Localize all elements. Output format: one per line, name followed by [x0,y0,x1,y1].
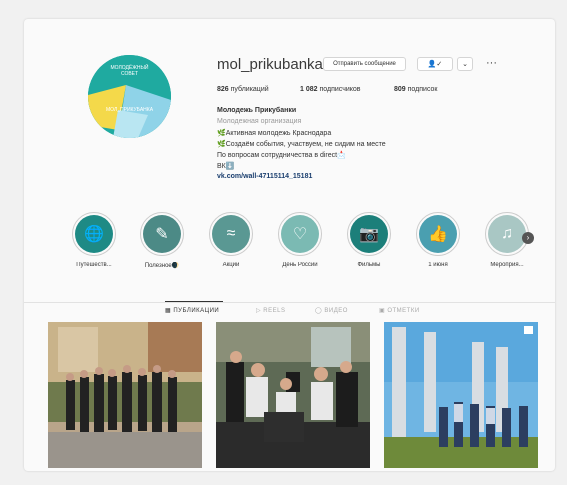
tab-tagged[interactable]: ▣ ОТМЕТКИ [379,307,420,314]
highlight-label: Акции [222,262,240,268]
highlight-ring: ✎ [140,212,184,256]
pencil-icon: ✎ [143,215,181,253]
follow-button[interactable]: 👤✓ [417,57,453,71]
thumbs-up-icon: 👍 [419,215,457,253]
tab-posts-label: ПУБЛИКАЦИИ [173,308,220,314]
highlight-item[interactable]: ≈ Акции [203,212,259,268]
bio-line: 🌿Активная молодежь Краснодара [217,130,332,137]
avatar-subtext: МОЛ_ПРИКУБАНКА [105,107,154,113]
highlight-ring: ≈ [209,212,253,256]
highlight-item[interactable]: 👍 1 июня [410,212,466,268]
tabs-divider [24,302,555,303]
message-button[interactable]: Отправить сообщение [323,57,406,71]
highlight-ring: 👍 [416,212,460,256]
bio-line: ВК⬇️ [217,163,235,170]
highlight-item[interactable]: ✎ Полезное🌒 [134,212,190,269]
video-icon: ◯ [315,308,323,314]
bio-link[interactable]: vk.com/wall-47115114_15181 [217,173,312,180]
tab-tagged-label: ОТМЕТКИ [387,308,420,314]
multi-image-icon [524,326,533,334]
followers-count[interactable]: 1 082 подписчиков [300,86,361,93]
bio-line: По вопросам сотрудничества в direct📩 [217,152,346,159]
globe-icon: 🌐 [75,215,113,253]
waves-icon: ≈ [212,215,250,253]
following-count[interactable]: 809 подписок [394,86,438,93]
post-thumbnail[interactable] [384,322,538,468]
posts-count[interactable]: 826 публикаций [217,86,269,93]
highlight-item[interactable]: ♡ День России [272,212,328,268]
highlight-label: Путешеств... [76,262,112,268]
highlight-label: Фильмы [357,262,381,268]
bio-line: 🌿Создаём события, участвуем, не сидим на… [217,141,386,148]
reels-icon: ▷ [256,308,262,314]
highlight-ring: ♡ [278,212,322,256]
active-tab-indicator [165,301,223,302]
grid-icon: ▦ [165,308,172,314]
post-image [216,322,370,468]
highlight-label: День России [282,262,318,268]
camera-icon: 📷 [350,215,388,253]
chevron-down-icon: ⌄ [462,61,468,68]
profile-card: МОЛОДЁЖНЫЙ СОВЕТ МОЛ_ПРИКУБАНКА mol_prik… [24,19,555,471]
post-image [384,322,538,468]
tab-posts[interactable]: ▦ ПУБЛИКАЦИИ [165,307,219,314]
tab-reels-label: REELS [263,308,286,314]
more-icon[interactable]: ··· [486,57,497,69]
highlight-ring: 🌐 [72,212,116,256]
avatar-text: МОЛОДЁЖНЫЙ СОВЕТ [110,65,149,77]
highlight-label: 1 июня [428,262,448,268]
highlight-label: Полезное🌒 [144,263,180,269]
profile-username: mol_prikubanka [217,56,323,73]
options-dropdown-button[interactable]: ⌄ [457,57,473,71]
highlight-item[interactable]: 🌐 Путешеств... [66,212,122,268]
post-image [48,322,202,468]
post-thumbnail[interactable] [48,322,202,468]
tag-icon: ▣ [379,308,386,314]
tab-video[interactable]: ◯ ВИДЕО [315,307,348,314]
heart-icon: ♡ [281,215,319,253]
highlight-item[interactable]: 📷 Фильмы [341,212,397,268]
profile-avatar[interactable]: МОЛОДЁЖНЫЙ СОВЕТ МОЛ_ПРИКУБАНКА [88,55,171,138]
highlights-next-icon[interactable]: › [522,232,534,244]
post-thumbnail[interactable] [216,322,370,468]
tab-video-label: ВИДЕО [324,308,348,314]
highlight-label: Мероприя... [490,262,524,268]
music-icon: ♫ [488,215,526,253]
highlight-ring: 📷 [347,212,391,256]
profile-full-name: Молодежь Прикубанки [217,107,297,114]
profile-category: Молодежная организация [217,118,302,125]
tab-reels[interactable]: ▷ REELS [256,307,285,314]
person-check-icon: 👤✓ [427,61,443,68]
